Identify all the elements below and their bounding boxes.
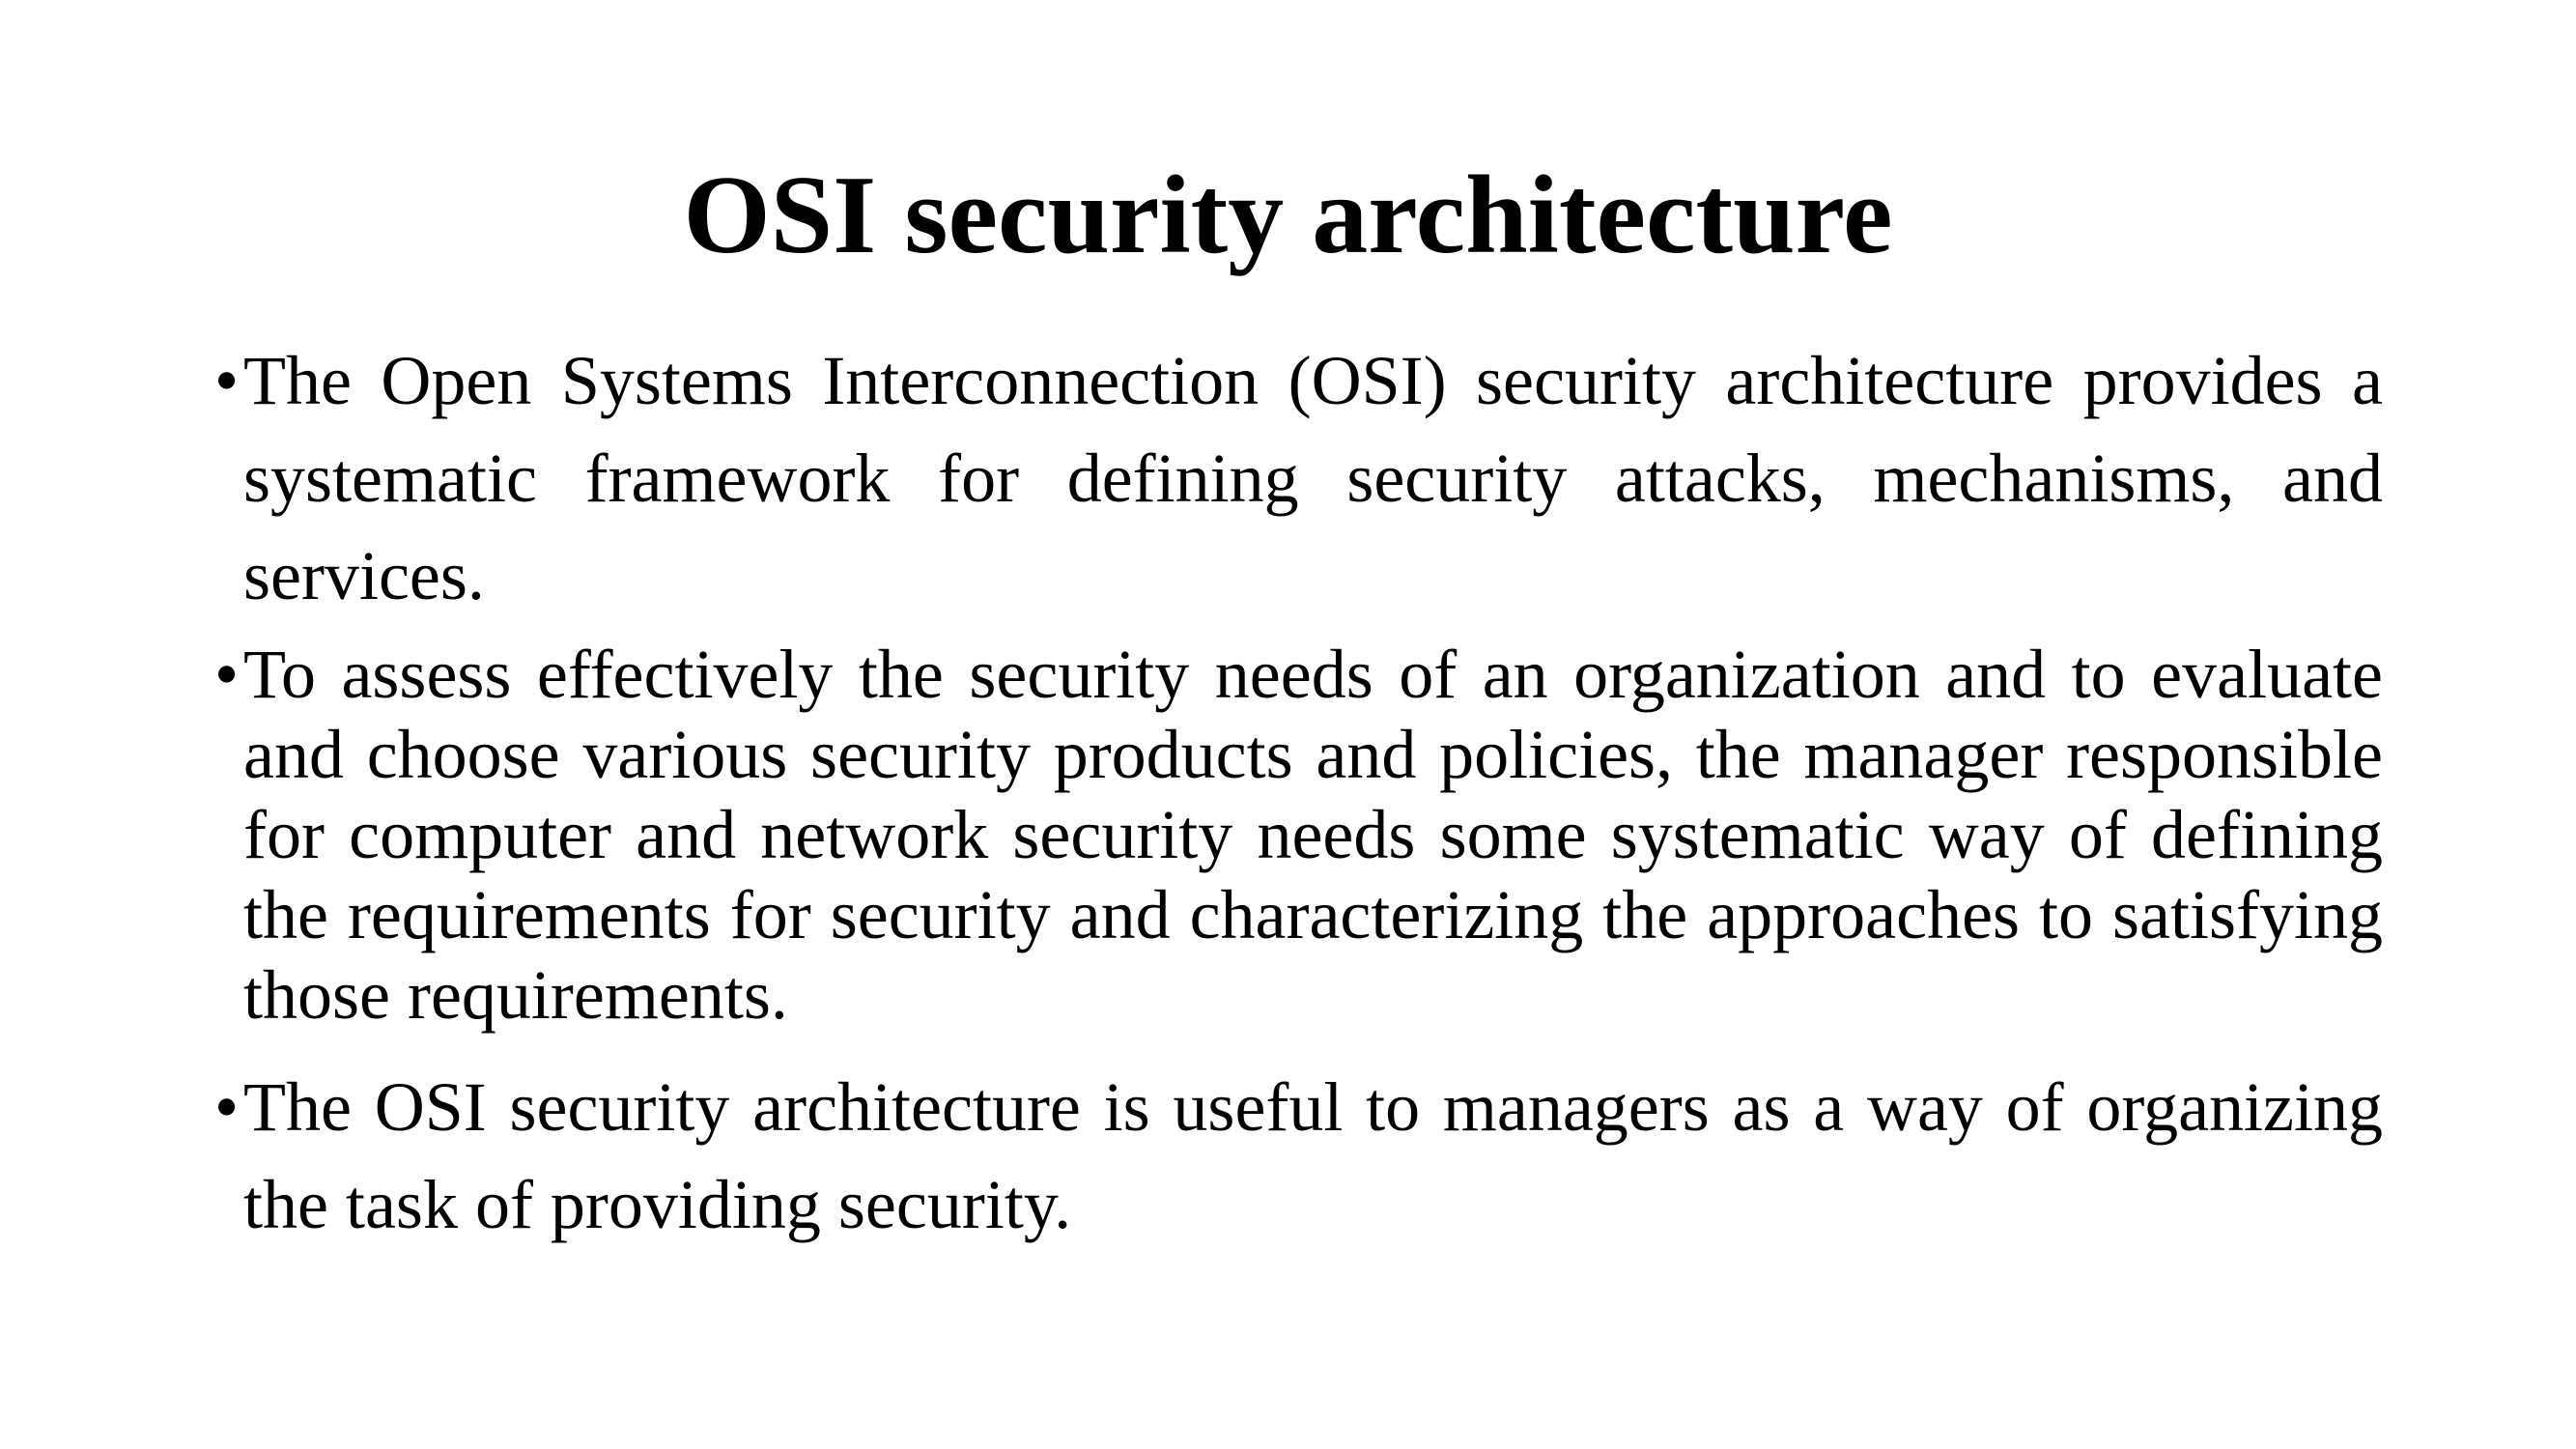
- bullet-item: • The OSI security architecture is usefu…: [214, 1059, 2383, 1254]
- bullet-item: • To assess effectively the security nee…: [214, 635, 2383, 1036]
- bullet-text: To assess effectively the security needs…: [243, 636, 2383, 1034]
- bullet-list: • The Open Systems Interconnection (OSI)…: [214, 332, 2383, 1254]
- slide: OSI security architecture • The Open Sys…: [0, 0, 2576, 1449]
- bullet-dot: •: [214, 342, 240, 419]
- slide-title: OSI security architecture: [683, 154, 1893, 277]
- bullet-item: • The Open Systems Interconnection (OSI)…: [214, 332, 2383, 625]
- bullet-dot: •: [214, 636, 240, 713]
- bullet-text: The Open Systems Interconnection (OSI) s…: [243, 342, 2383, 614]
- bullet-dot: •: [214, 1068, 240, 1146]
- bullet-text: The OSI security architecture is useful …: [243, 1068, 2383, 1243]
